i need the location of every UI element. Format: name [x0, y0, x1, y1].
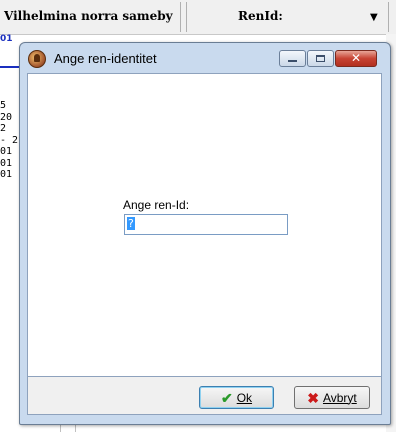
minimize-icon [288, 60, 297, 62]
close-icon: ✕ [350, 51, 362, 65]
dialog-titlebar[interactable]: Ange ren-identitet ✕ [20, 43, 390, 73]
list-item: 20 [0, 111, 13, 123]
dialog-content: Ange ren-Id: ? [27, 73, 382, 377]
renid-column-header: RenId: [238, 9, 283, 23]
ok-button-label: Ok [236, 390, 253, 405]
x-icon: ✖ [307, 389, 319, 406]
minimize-button[interactable] [279, 50, 306, 67]
list-item: - 2 [0, 134, 19, 146]
checkmark-icon: ✔ [220, 389, 233, 406]
header-divider [388, 2, 389, 32]
header-divider [180, 2, 181, 32]
ren-id-label: Ange ren-Id: [123, 198, 190, 212]
dialog-button-bar: ✔ Ok ✖ Avbryt [27, 377, 382, 415]
background-divider [60, 424, 76, 432]
app-icon [28, 50, 46, 68]
background-tab-snippet: 01 [0, 34, 13, 44]
ren-identity-dialog: Ange ren-identitet ✕ Ange ren-Id: ? ✔ Ok… [19, 42, 391, 425]
close-button[interactable]: ✕ [335, 50, 377, 67]
maximize-button[interactable] [307, 50, 334, 67]
list-item: 01 [0, 169, 13, 180]
list-item: 2 [0, 123, 7, 134]
maximize-icon [316, 55, 325, 62]
background-list: 5 20 2 - 2 01 01 01 [0, 100, 20, 181]
ok-button[interactable]: ✔ Ok [199, 386, 274, 409]
dialog-title: Ange ren-identitet [54, 51, 157, 66]
list-item: 01 [0, 157, 13, 169]
sameby-title: Vilhelmina norra sameby [4, 9, 173, 23]
list-item: 5 [0, 100, 7, 111]
ren-id-input-value: ? [127, 217, 135, 230]
cancel-button-label: Avbryt [322, 390, 357, 405]
header-divider [186, 2, 187, 32]
list-item: 01 [0, 146, 13, 157]
ren-id-input[interactable]: ? [124, 214, 288, 235]
cancel-button[interactable]: ✖ Avbryt [294, 386, 370, 409]
background-header: Vilhelmina norra sameby RenId: ▼ [0, 0, 396, 35]
dropdown-arrow-icon[interactable]: ▼ [370, 12, 378, 23]
